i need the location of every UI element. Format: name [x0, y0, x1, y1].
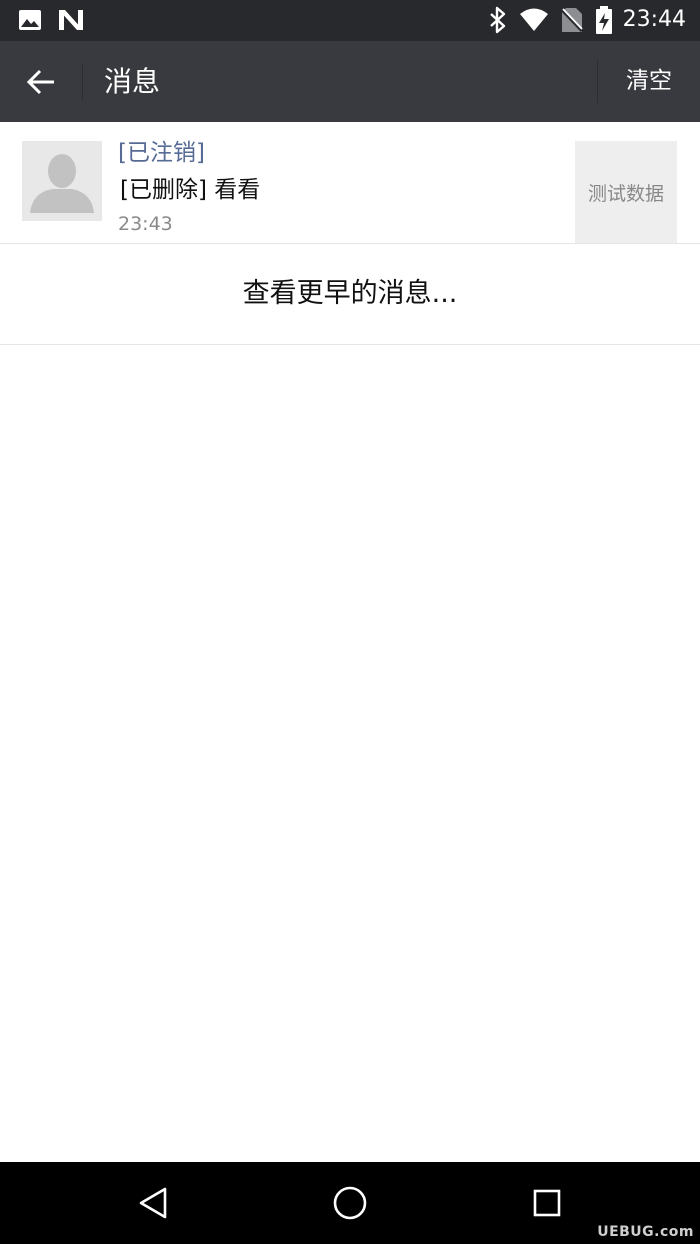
- message-list-item[interactable]: [已注销] [已删除] 看看 23:43 测试数据: [0, 122, 700, 244]
- back-button[interactable]: [0, 41, 82, 122]
- recents-square-icon: [533, 1189, 561, 1217]
- nav-home-button[interactable]: [328, 1181, 372, 1225]
- status-left: [18, 8, 100, 32]
- default-avatar-icon: [22, 141, 102, 221]
- load-earlier-messages-button[interactable]: 查看更早的消息...: [0, 244, 700, 345]
- status-time: 23:44: [622, 7, 686, 32]
- thumbnail-text: 测试数据: [587, 182, 664, 205]
- message-text: [已删除] 看看: [120, 177, 261, 203]
- nav-back-button[interactable]: [131, 1181, 175, 1225]
- battery-charging-icon: [595, 6, 612, 34]
- back-triangle-icon: [139, 1187, 167, 1219]
- watermark: UEBUG.com: [597, 1224, 694, 1240]
- avatar[interactable]: [22, 141, 102, 221]
- home-circle-icon: [333, 1186, 367, 1220]
- clear-button[interactable]: 清空: [598, 41, 700, 122]
- arrow-left-icon: [26, 69, 54, 94]
- message-thumbnail[interactable]: 测试数据: [575, 141, 677, 243]
- gallery-icon: [19, 10, 41, 30]
- bluetooth-icon: [489, 6, 505, 34]
- navigation-bar: UEBUG.com: [0, 1162, 700, 1244]
- page-title: 消息: [104, 65, 161, 98]
- wifi-icon: [519, 8, 548, 31]
- title-bar: 消息 清空: [0, 41, 700, 122]
- nav-recents-button[interactable]: [525, 1181, 569, 1225]
- no-sim-icon: [560, 8, 583, 33]
- status-bar: 23:44: [0, 0, 700, 41]
- title-divider: [82, 63, 83, 101]
- status-right: 23:44: [477, 6, 686, 34]
- n-logo-icon: [59, 10, 83, 30]
- sender-name: [已注销]: [118, 140, 205, 166]
- message-time: 23:43: [118, 213, 173, 235]
